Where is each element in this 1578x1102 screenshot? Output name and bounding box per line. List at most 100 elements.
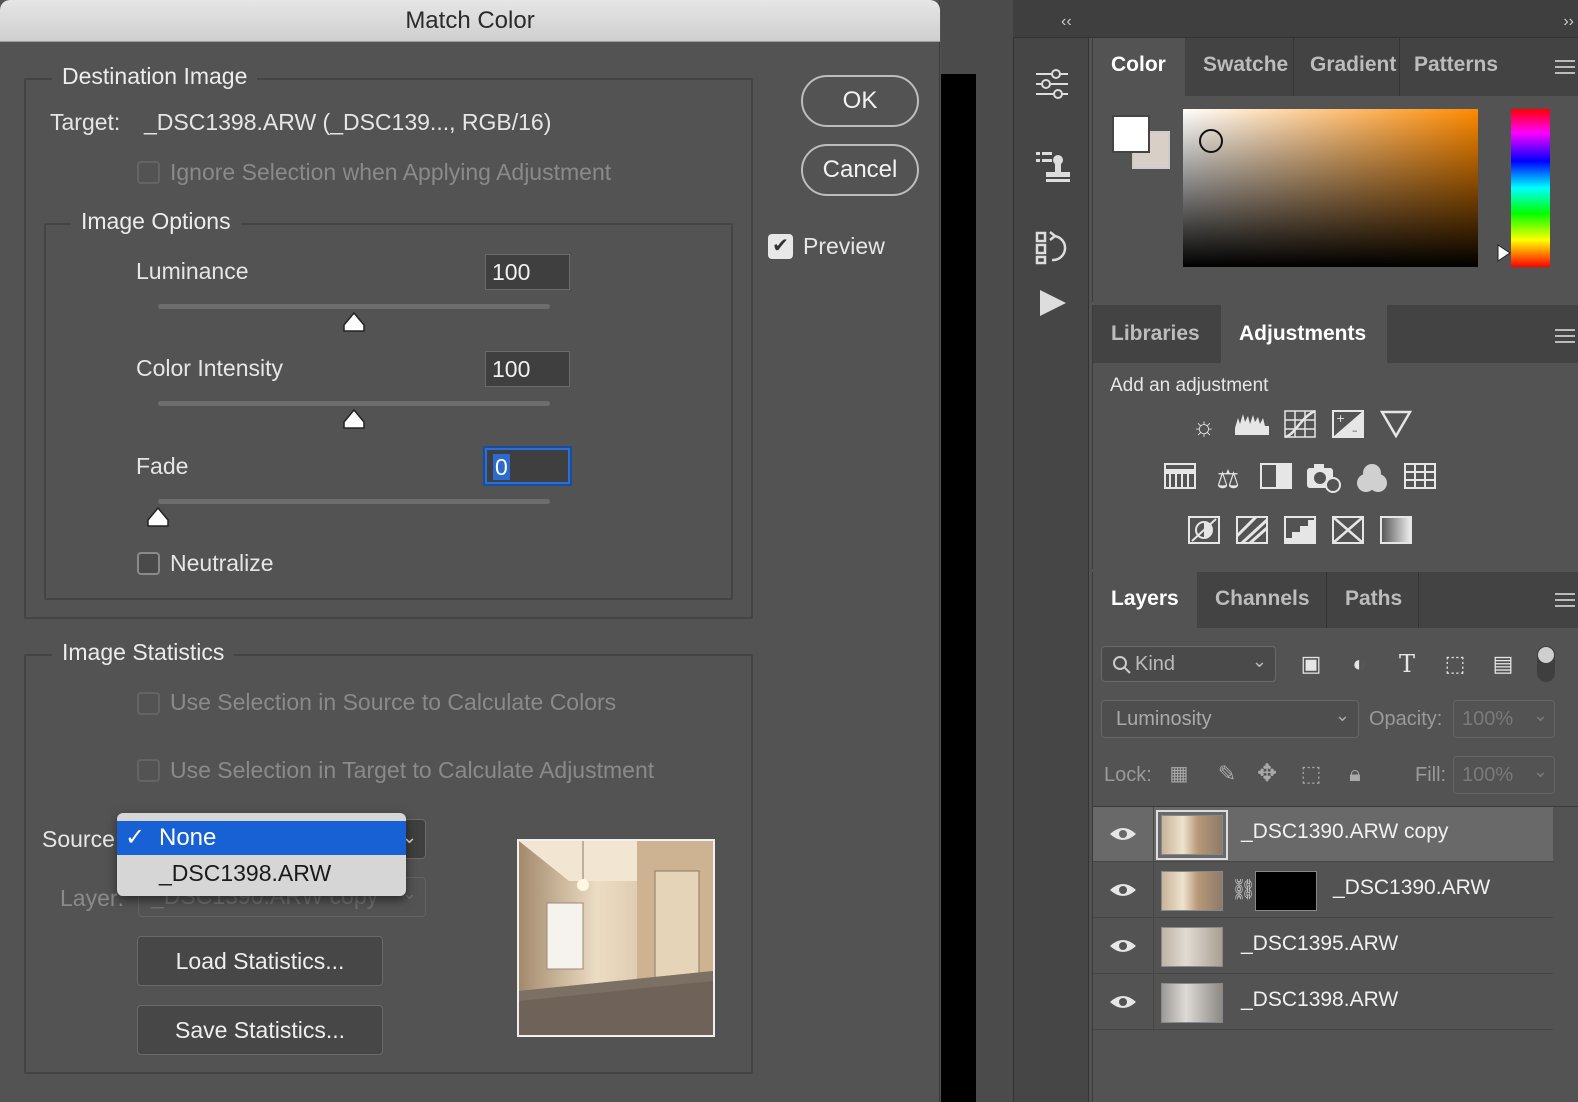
type-layer-filter-icon[interactable]: T [1389, 648, 1425, 680]
history-icon[interactable] [1034, 230, 1070, 266]
tab-swatches[interactable]: Swatches [1189, 38, 1289, 96]
channel-mixer-icon[interactable] [1354, 463, 1390, 495]
foreground-color-swatch[interactable] [1112, 115, 1150, 153]
shape-layer-filter-icon[interactable]: ⬚ [1437, 648, 1473, 680]
lock-transparent-pixels-icon[interactable]: ▦ [1161, 758, 1197, 790]
lock-all-icon[interactable]: 🔒︎ [1337, 758, 1373, 790]
dialog-titlebar: Match Color [0, 0, 940, 42]
brightness-contrast-icon[interactable]: ☼ [1186, 410, 1222, 442]
mask-link-icon[interactable]: ⛓ [1231, 877, 1256, 902]
luminance-slider-thumb[interactable] [342, 311, 366, 333]
color-picker-cursor[interactable] [1199, 129, 1223, 153]
checkmark-icon: ✓ [125, 824, 146, 851]
posterize-icon[interactable] [1234, 515, 1270, 548]
tab-layers[interactable]: Layers [1093, 572, 1197, 628]
color-lookup-icon[interactable] [1402, 463, 1438, 495]
collapse-left-icon[interactable]: ‹‹ [1061, 13, 1072, 31]
tab-channels[interactable]: Channels [1199, 572, 1327, 628]
use-target-selection-checkbox[interactable] [137, 759, 160, 782]
layer-row[interactable]: ⛓ _DSC1390.ARW [1093, 863, 1553, 918]
layer-mask-thumbnail [1255, 871, 1317, 911]
opacity-field[interactable]: 100% ⌄ [1453, 700, 1555, 738]
source-option-dsc1398-label: _DSC1398.ARW [159, 860, 332, 886]
exposure-icon[interactable]: + – [1330, 410, 1366, 442]
fade-field[interactable]: 0 [485, 448, 570, 484]
hue-slider[interactable] [1511, 109, 1550, 267]
threshold-icon[interactable] [1282, 516, 1318, 548]
fill-field[interactable]: 100% ⌄ [1453, 756, 1555, 794]
layer-row[interactable]: _DSC1390.ARW copy [1093, 807, 1553, 862]
panel-menu-icon[interactable] [1555, 60, 1575, 74]
color-picker-field[interactable] [1183, 109, 1478, 267]
color-intensity-field[interactable]: 100 [485, 351, 570, 387]
clone-source-icon[interactable] [1034, 148, 1070, 184]
image-options-legend: Image Options [71, 208, 241, 235]
layer-row[interactable]: _DSC1398.ARW [1093, 975, 1553, 1030]
tab-libraries[interactable]: Libraries [1093, 305, 1219, 363]
svg-text:+: + [1336, 412, 1345, 425]
levels-icon[interactable] [1234, 410, 1270, 442]
invert-icon[interactable] [1186, 516, 1222, 548]
panel-menu-icon[interactable] [1555, 593, 1575, 607]
smart-object-filter-icon[interactable]: ▤ [1485, 648, 1521, 680]
save-statistics-button[interactable]: Save Statistics... [137, 1005, 383, 1055]
chevron-down-icon: ⌄ [1334, 705, 1350, 725]
vibrance-icon[interactable] [1378, 410, 1414, 442]
preview-checkbox[interactable]: ✔ [768, 234, 793, 259]
source-preview-image [517, 839, 715, 1037]
layer-row[interactable]: _DSC1395.ARW [1093, 919, 1553, 974]
neutralize-checkbox[interactable] [137, 552, 160, 575]
layer-name: _DSC1390.ARW copy [1241, 820, 1449, 843]
load-statistics-button[interactable]: Load Statistics... [137, 936, 383, 986]
luminance-label: Luminance [136, 258, 249, 284]
adjustments-panel-icon[interactable] [1034, 68, 1070, 100]
blend-mode-select[interactable]: Luminosity ⌄ [1101, 700, 1359, 738]
collapse-right-icon[interactable]: ›› [1563, 13, 1574, 31]
source-option-none[interactable]: ✓ None [117, 821, 406, 855]
adjustment-layer-filter-icon[interactable]: ◐ [1341, 648, 1377, 680]
cancel-button[interactable]: Cancel [801, 144, 919, 196]
ignore-selection-checkbox[interactable] [137, 161, 160, 184]
adjustments-panel: Libraries Adjustments Add an adjustment … [1092, 305, 1578, 569]
tab-paths[interactable]: Paths [1329, 572, 1419, 628]
gradient-map-icon[interactable] [1378, 516, 1414, 548]
black-white-icon[interactable] [1258, 463, 1294, 495]
ignore-selection-label: Ignore Selection when Applying Adjustmen… [170, 159, 612, 185]
ok-button[interactable]: OK [801, 75, 919, 127]
hue-slider-pointer[interactable] [1497, 244, 1511, 262]
visibility-eye-icon[interactable] [1109, 936, 1137, 956]
lock-position-icon[interactable]: ✥ [1249, 758, 1285, 790]
luminance-slider-track[interactable] [158, 304, 550, 309]
color-intensity-slider-track[interactable] [158, 401, 550, 406]
source-option-dsc1398[interactable]: _DSC1398.ARW [117, 855, 406, 891]
lock-artboard-icon[interactable]: ⬚ [1293, 758, 1329, 790]
layer-kind-filter[interactable]: Kind ⌄ [1101, 646, 1276, 682]
color-intensity-slider-thumb[interactable] [342, 408, 366, 430]
actions-play-icon[interactable] [1038, 288, 1068, 318]
visibility-eye-icon[interactable] [1109, 992, 1137, 1012]
visibility-eye-icon[interactable] [1109, 880, 1137, 900]
color-balance-icon[interactable]: ⚖ [1210, 463, 1246, 495]
curves-icon[interactable] [1282, 409, 1318, 442]
tab-color[interactable]: Color [1093, 38, 1185, 96]
use-source-selection-checkbox[interactable] [137, 692, 160, 715]
tab-gradient[interactable]: Gradient [1293, 38, 1397, 96]
lock-image-pixels-icon[interactable]: ✎ [1209, 758, 1245, 790]
color-intensity-label: Color Intensity [136, 355, 284, 381]
layers-panel-tabs: Layers Channels Paths [1093, 572, 1578, 628]
tab-adjustments[interactable]: Adjustments [1221, 305, 1387, 363]
visibility-eye-icon[interactable] [1109, 824, 1137, 844]
fade-slider-track[interactable] [158, 499, 550, 504]
source-dropdown-menu: ✓ None _DSC1398.ARW [117, 813, 406, 896]
tab-patterns[interactable]: Patterns [1399, 38, 1503, 96]
luminance-field[interactable]: 100 [485, 254, 570, 290]
filter-toggle[interactable] [1537, 646, 1555, 682]
fill-value: 100% [1462, 764, 1514, 786]
photo-filter-icon[interactable] [1306, 463, 1342, 495]
selective-color-icon[interactable] [1330, 516, 1366, 548]
hue-saturation-icon[interactable] [1162, 463, 1198, 495]
pixel-layer-filter-icon[interactable]: ▣ [1293, 648, 1329, 680]
panel-menu-icon[interactable] [1555, 329, 1575, 343]
lock-label: Lock: [1104, 764, 1152, 786]
fade-slider-thumb[interactable] [146, 506, 170, 528]
